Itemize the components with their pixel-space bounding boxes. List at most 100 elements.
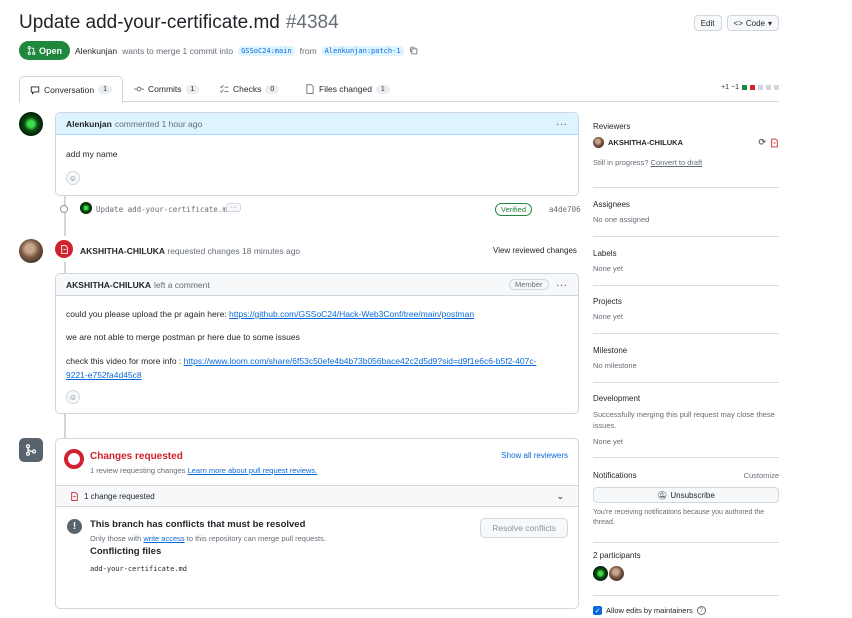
view-reviewed-changes-link[interactable]: View reviewed changes <box>493 246 577 255</box>
smiley-icon[interactable]: ☺ <box>66 171 80 185</box>
review-line-3: check this video for more info : https:/… <box>66 354 566 382</box>
commit-icon <box>134 86 144 92</box>
copy-icon[interactable] <box>409 46 418 55</box>
file-diff-icon <box>71 491 78 501</box>
draft-row: Still in progress? Convert to draft <box>593 158 779 167</box>
tab-checks-count: 0 <box>265 84 280 94</box>
merge-box: Changes requested 1 review requesting ch… <box>55 438 579 609</box>
conflict-sub-b: to this repository can merge pull reques… <box>186 534 326 543</box>
header-actions: Edit <> Code ▾ <box>693 15 779 31</box>
conflicting-files-heading: Conflicting files <box>90 546 162 557</box>
tab-files-label: Files changed <box>319 84 372 94</box>
merge-text: wants to merge 1 commit into <box>122 45 234 56</box>
allow-edits-label: Allow edits by maintainers <box>606 606 693 615</box>
merge-status-sub-text: 1 review requesting changes <box>90 466 186 475</box>
show-all-reviewers-link[interactable]: Show all reviewers <box>501 451 568 460</box>
avatar[interactable] <box>19 239 43 263</box>
edit-button[interactable]: Edit <box>693 15 722 31</box>
smiley-icon[interactable]: ☺ <box>66 390 80 404</box>
review-comment-card: AKSHITHA-CHILUKA left a comment Member ·… <box>55 273 579 414</box>
notifications-header: Notifications Customize <box>593 471 779 480</box>
unsubscribe-button[interactable]: 🔕︎ Unsubscribe <box>593 487 779 503</box>
changes-requested-icon <box>64 449 84 469</box>
edit-label: Edit <box>700 18 715 28</box>
write-access-link[interactable]: write access <box>143 534 184 543</box>
state-badge: Open <box>19 41 71 60</box>
notifications-reason: You're receiving notifications because y… <box>593 509 765 526</box>
reviewers-heading[interactable]: Reviewers <box>593 122 779 131</box>
member-badge: Member <box>508 279 549 290</box>
pr-author[interactable]: Alenkunjan <box>75 46 117 56</box>
git-merge-icon <box>19 438 43 462</box>
tab-commits[interactable]: Commits 1 <box>124 76 209 102</box>
reviewer-row: AKSHITHA-CHILUKA ⟳ <box>593 137 779 148</box>
avatar[interactable] <box>80 202 92 214</box>
pr-state-row: Open Alenkunjan wants to merge 1 commit … <box>19 41 418 60</box>
labels-value: None yet <box>593 264 624 273</box>
loom-link-cont[interactable]: 9221-e752fa4d45c8 <box>66 370 142 380</box>
kebab-icon[interactable]: ··· <box>557 280 569 290</box>
tab-files-changed[interactable]: Files changed 1 <box>295 76 400 102</box>
allow-edits-checkbox[interactable]: ✓ <box>593 606 602 615</box>
sidebar-participants: 2 participants <box>593 551 779 596</box>
milestone-value: No milestone <box>593 361 637 370</box>
head-branch[interactable]: Alenkunjan:patch-1 <box>321 45 404 56</box>
milestone-heading[interactable]: Milestone <box>593 346 779 355</box>
postman-link[interactable]: https://github.com/GSSoC24/Hack-Web3Conf… <box>229 309 474 319</box>
comment-header: Alenkunjan commented 1 hour ago ··· <box>56 113 578 135</box>
commit-dot-icon <box>60 205 68 213</box>
commit-sha[interactable]: a4de706 <box>549 205 581 214</box>
tab-conversation-count: 1 <box>98 85 112 94</box>
commit-message[interactable]: Update add-your-certificate.md <box>96 205 231 214</box>
tab-commits-count: 1 <box>185 84 200 94</box>
change-requested-row[interactable]: 1 change requested ⌄ <box>56 485 578 507</box>
unsubscribe-label: Unsubscribe <box>670 490 715 500</box>
timeline-line <box>64 196 66 236</box>
customize-link[interactable]: Customize <box>744 471 779 480</box>
code-button[interactable]: <> Code ▾ <box>726 15 779 31</box>
avatar[interactable] <box>609 566 624 581</box>
avatar[interactable] <box>593 137 604 148</box>
comment-author[interactable]: Alenkunjan <box>66 119 112 129</box>
question-icon[interactable]: ? <box>696 606 706 615</box>
loom-link[interactable]: https://www.loom.com/share/6f53c50efe4b4… <box>184 356 537 366</box>
bell-slash-icon: 🔕︎ <box>657 490 668 500</box>
base-branch[interactable]: GSSoC24:main <box>238 45 295 56</box>
review-line-1-text: could you please upload the pr again her… <box>66 309 230 319</box>
timeline-line <box>64 414 66 438</box>
conflict-sub-a: Only those with <box>90 534 142 543</box>
participant-avatars <box>593 566 779 581</box>
sidebar-reviewer-name[interactable]: AKSHITHA-CHILUKA <box>608 138 683 147</box>
tab-checks[interactable]: Checks 0 <box>209 76 289 102</box>
sidebar-assignees: Assignees No one assigned <box>593 200 779 237</box>
pr-tabs: Conversation 1 Commits 1 Checks 0 Files … <box>19 76 779 103</box>
development-value-2: None yet <box>593 437 624 446</box>
sidebar-labels: Labels None yet <box>593 249 779 286</box>
learn-more-link[interactable]: Learn more about pull request reviews. <box>188 466 318 475</box>
review-line-3-text: check this video for more info : <box>66 356 184 366</box>
diffstat-del-square <box>750 85 755 90</box>
file-diff-icon <box>771 138 778 147</box>
development-heading[interactable]: Development <box>593 394 779 403</box>
tab-commits-label: Commits <box>148 84 182 94</box>
review-meta: requested changes 18 minutes ago <box>167 246 301 256</box>
checks-icon <box>219 84 229 93</box>
verified-badge[interactable]: Verified <box>495 203 533 216</box>
kebab-icon[interactable]: ··· <box>557 119 569 129</box>
in-progress-text: Still in progress? <box>593 158 649 167</box>
avatar[interactable] <box>593 566 608 581</box>
tab-conversation[interactable]: Conversation 1 <box>19 76 123 103</box>
reviewer-name[interactable]: AKSHITHA-CHILUKA <box>80 246 165 256</box>
projects-heading[interactable]: Projects <box>593 297 779 306</box>
development-value: Successfully merging this pull request m… <box>593 410 775 430</box>
expand-commit-icon[interactable]: ··· <box>226 203 241 212</box>
convert-to-draft-link[interactable]: Convert to draft <box>651 158 703 167</box>
code-label: Code <box>745 18 765 28</box>
comment-author[interactable]: AKSHITHA-CHILUKA <box>66 280 151 290</box>
sync-icon[interactable]: ⟳ <box>758 137 766 148</box>
avatar[interactable] <box>19 112 43 136</box>
resolve-conflicts-button[interactable]: Resolve conflicts <box>480 518 568 538</box>
labels-heading[interactable]: Labels <box>593 249 779 258</box>
assignees-heading[interactable]: Assignees <box>593 200 779 209</box>
state-label: Open <box>39 45 63 56</box>
